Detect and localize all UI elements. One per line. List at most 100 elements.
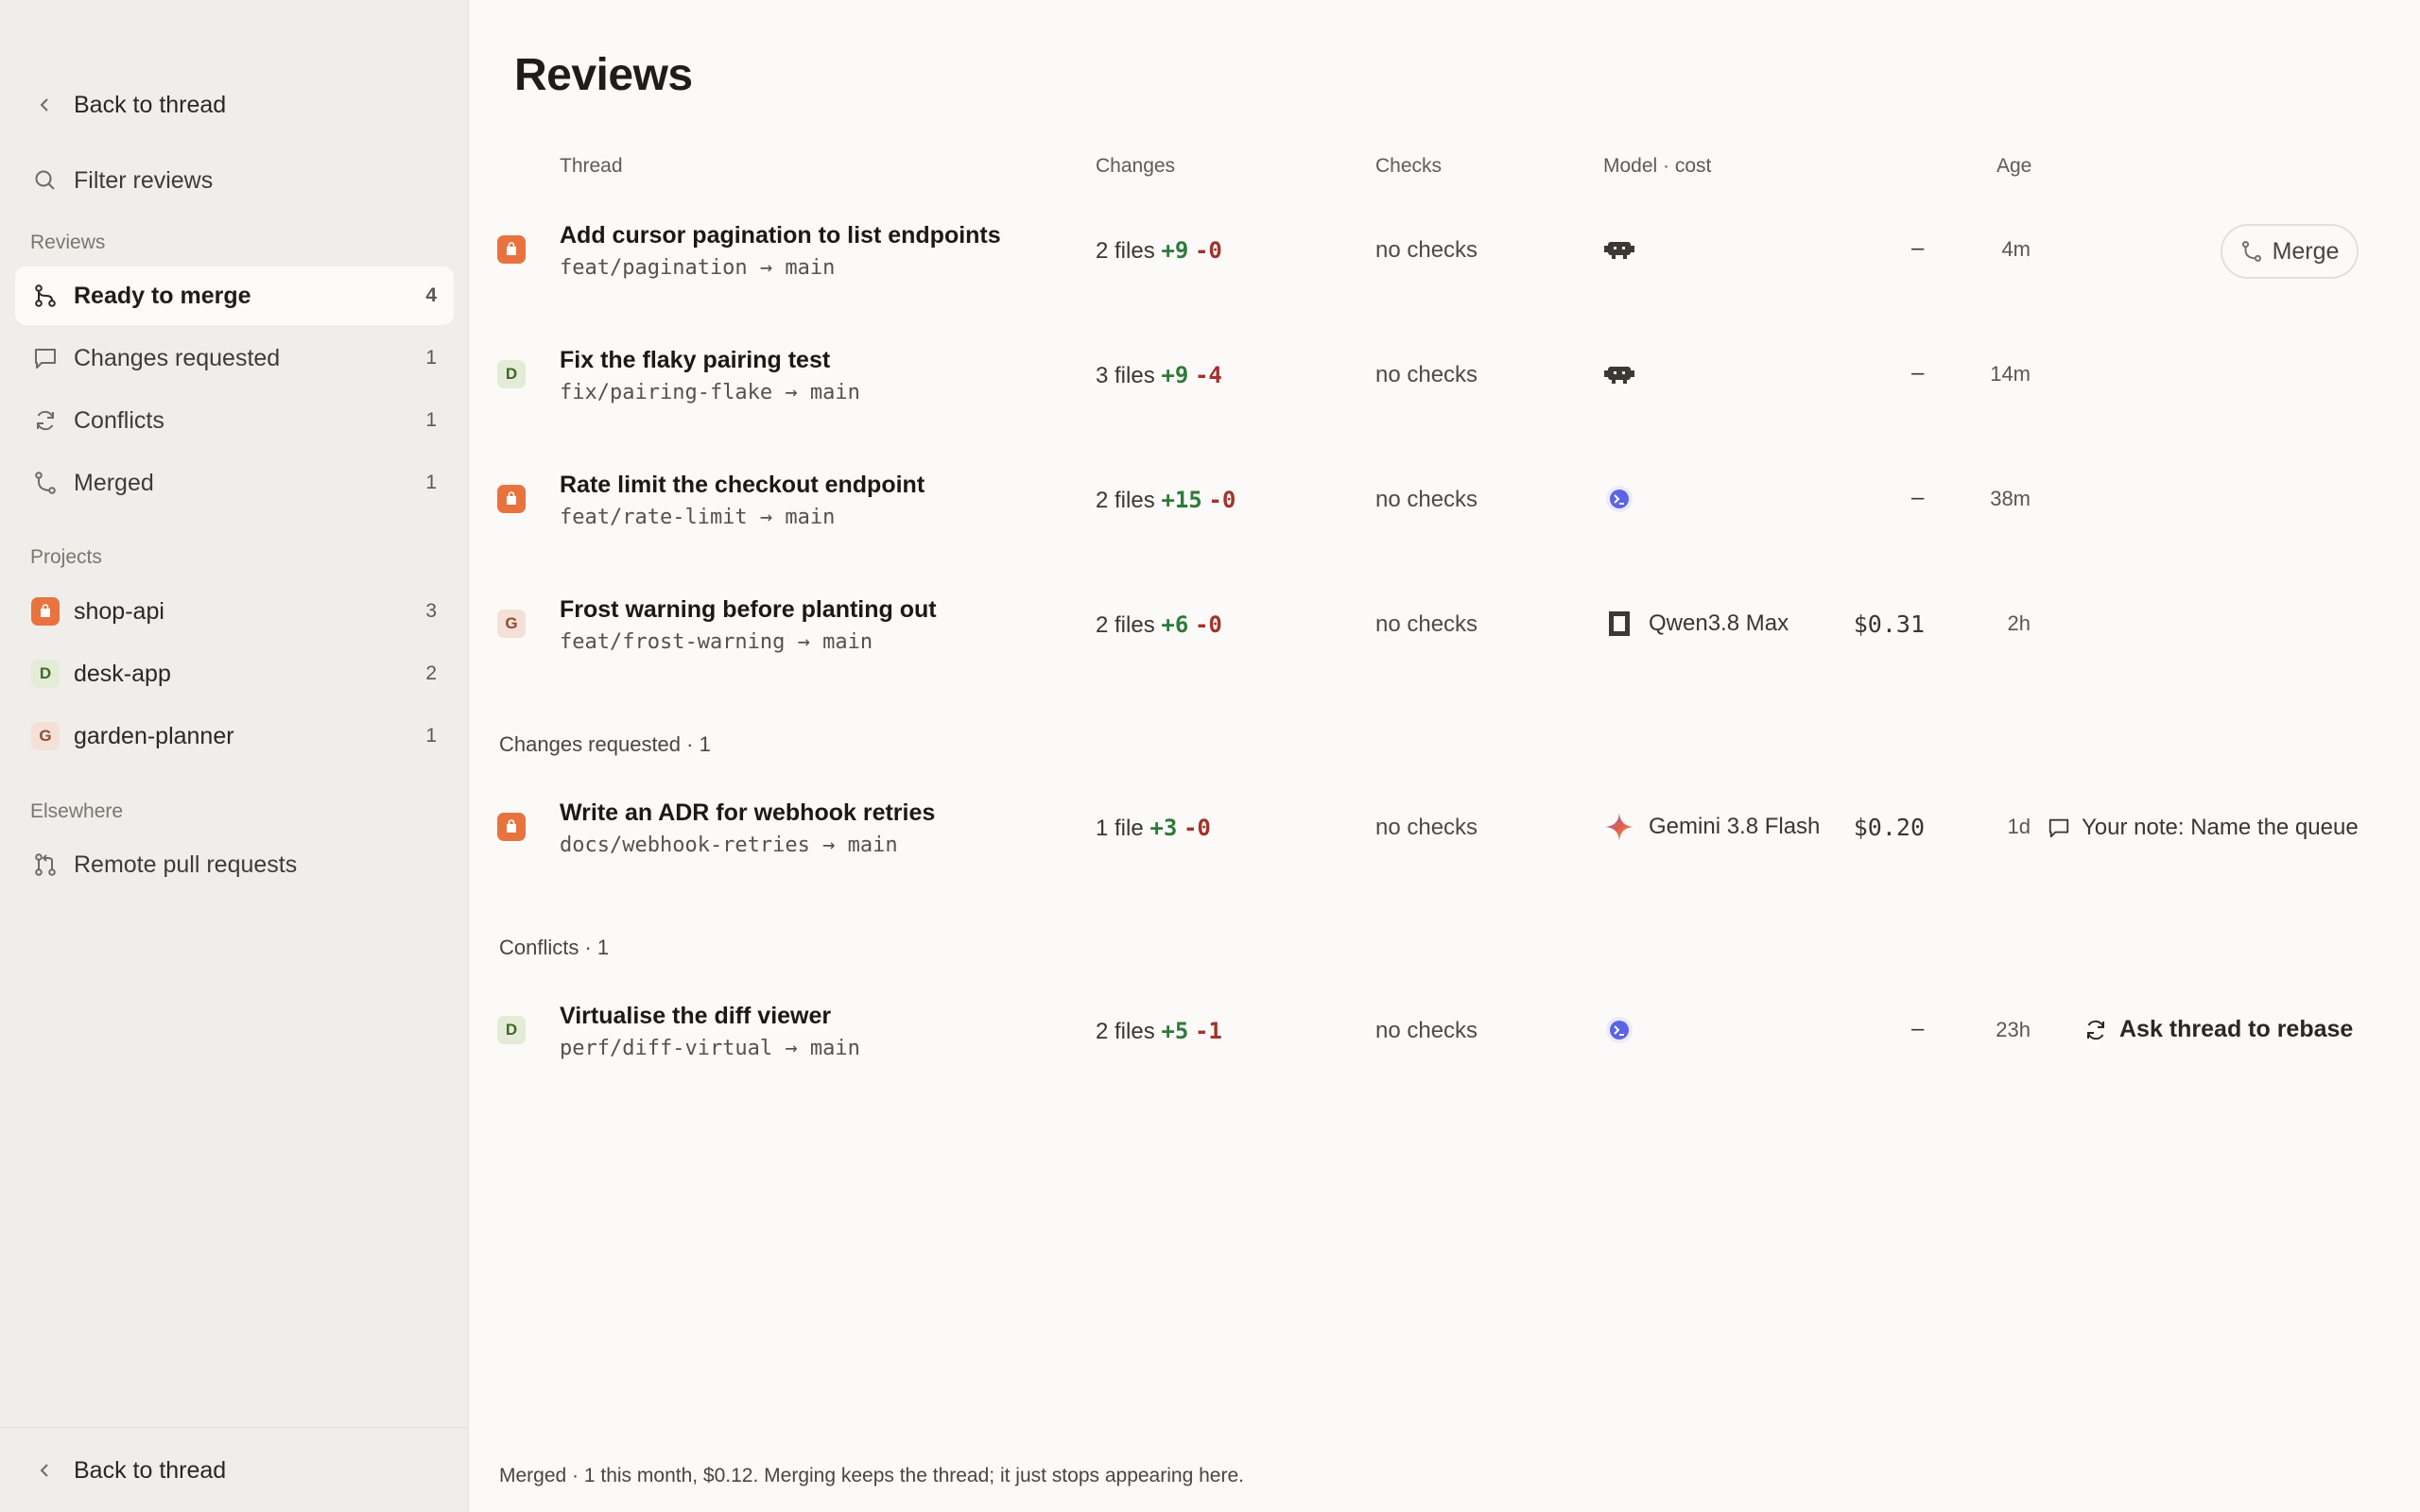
sidebar-item-count: 1 bbox=[425, 409, 437, 431]
cost: $0.20 bbox=[1853, 814, 1925, 841]
sidebar-item-conflicts[interactable]: Conflicts 1 bbox=[15, 391, 454, 450]
page-title: Reviews bbox=[514, 50, 693, 100]
branch-name: feat/rate-limit → main bbox=[560, 506, 836, 529]
remote-label: Remote pull requests bbox=[74, 850, 298, 878]
thread-title[interactable]: Virtualise the diff viewer bbox=[560, 1003, 831, 1030]
filter-reviews-input[interactable]: Filter reviews bbox=[15, 151, 454, 210]
note-text: Your note: Name the queue bbox=[2082, 815, 2359, 840]
back-label: Back to thread bbox=[74, 1456, 227, 1484]
thread-title[interactable]: Rate limit the checkout endpoint bbox=[560, 472, 925, 499]
project-shop-api[interactable]: shop-api 3 bbox=[15, 582, 454, 641]
terminal-orb-icon bbox=[1603, 483, 1635, 515]
table-row[interactable]: Add cursor pagination to list endpoints … bbox=[469, 203, 2420, 298]
checks-status: no checks bbox=[1375, 611, 1478, 637]
thread-title[interactable]: Write an ADR for webhook retries bbox=[560, 799, 935, 827]
search-icon bbox=[30, 165, 60, 196]
table-row[interactable]: D Fix the flaky pairing test fix/pairing… bbox=[469, 328, 2420, 422]
review-note[interactable]: Your note: Name the queue bbox=[2048, 815, 2360, 841]
model-cell: Gemini 3.8 Flash bbox=[1603, 811, 1820, 843]
files-count: 2 files bbox=[1096, 488, 1155, 513]
thread-title[interactable]: Add cursor pagination to list endpoints bbox=[560, 222, 1001, 249]
sidebar-item-count: 4 bbox=[425, 284, 437, 306]
column-header-model-cost: Model · cost bbox=[1603, 155, 1712, 177]
robot-icon bbox=[1603, 358, 1635, 390]
table-row[interactable]: Rate limit the checkout endpoint feat/ra… bbox=[469, 453, 2420, 547]
comment-icon bbox=[30, 343, 60, 373]
sidebar-item-ready-to-merge[interactable]: Ready to merge 4 bbox=[15, 266, 454, 325]
sidebar-item-changes-requested[interactable]: Changes requested 1 bbox=[15, 329, 454, 387]
model-cell bbox=[1603, 483, 1649, 515]
refresh-icon bbox=[2087, 1020, 2104, 1040]
deletions: -1 bbox=[1194, 1018, 1222, 1044]
merge-button[interactable]: Merge bbox=[2221, 224, 2359, 279]
cost-empty: – bbox=[1911, 1016, 1925, 1041]
deletions: -4 bbox=[1194, 362, 1222, 388]
sidebar: Back to thread Filter reviews Reviews Re… bbox=[0, 0, 469, 1512]
reviews-main: Reviews Thread Changes Checks Model · co… bbox=[469, 0, 2420, 1512]
bag-icon bbox=[497, 235, 526, 264]
project-initial: D bbox=[497, 1016, 526, 1044]
column-header-age: Age bbox=[1996, 155, 2032, 177]
files-count: 3 files bbox=[1096, 363, 1155, 388]
sidebar-item-label: Conflicts bbox=[74, 406, 164, 434]
project-count: 1 bbox=[425, 725, 437, 747]
deletions: -0 bbox=[1194, 237, 1222, 264]
project-badge bbox=[30, 596, 60, 627]
chevron-left-icon bbox=[30, 90, 60, 120]
sidebar-item-label: Merged bbox=[74, 469, 154, 496]
age: 2h bbox=[2007, 611, 2031, 635]
back-to-thread-bottom-link[interactable]: Back to thread bbox=[15, 1441, 454, 1500]
deletions: -0 bbox=[1194, 611, 1222, 638]
age: 38m bbox=[1990, 487, 2031, 510]
branch-name: feat/pagination → main bbox=[560, 256, 836, 280]
changes-summary: 2 files +9 -0 bbox=[1096, 237, 1222, 265]
column-header-changes: Changes bbox=[1096, 155, 1176, 177]
age: 1d bbox=[2007, 815, 2031, 838]
merged-footer-note: Merged · 1 this month, $0.12. Merging ke… bbox=[499, 1465, 1244, 1486]
bag-icon bbox=[497, 813, 526, 841]
bag-icon bbox=[497, 485, 526, 513]
sidebar-item-label: Changes requested bbox=[74, 344, 281, 371]
model-cell: Qwen3.8 Max bbox=[1603, 608, 1789, 640]
changes-summary: 2 files +6 -0 bbox=[1096, 611, 1222, 639]
sidebar-item-merged[interactable]: Merged 1 bbox=[15, 454, 454, 512]
branch-name: perf/diff-virtual → main bbox=[560, 1037, 860, 1060]
branch-name: feat/frost-warning → main bbox=[560, 630, 873, 654]
project-initial: D bbox=[497, 360, 526, 388]
cost: $0.31 bbox=[1853, 610, 1925, 638]
thread-title[interactable]: Fix the flaky pairing test bbox=[560, 347, 830, 374]
additions: +9 bbox=[1161, 362, 1189, 388]
remote-pull-requests-link[interactable]: Remote pull requests bbox=[15, 835, 454, 894]
thread-title[interactable]: Frost warning before planting out bbox=[560, 596, 937, 624]
table-row[interactable]: D Virtualise the diff viewer perf/diff-v… bbox=[469, 984, 2420, 1078]
project-initial: D bbox=[31, 660, 60, 688]
project-initial: G bbox=[31, 722, 60, 750]
back-to-thread-link[interactable]: Back to thread bbox=[15, 76, 454, 134]
bag-icon bbox=[31, 597, 60, 626]
model-name: Qwen3.8 Max bbox=[1649, 610, 1789, 636]
robot-icon bbox=[1603, 233, 1635, 266]
terminal-orb-icon bbox=[1603, 1014, 1635, 1046]
changes-summary: 2 files +15 -0 bbox=[1096, 487, 1236, 514]
model-cell bbox=[1603, 1014, 1649, 1046]
project-label: garden-planner bbox=[74, 722, 234, 749]
sidebar-item-count: 1 bbox=[425, 347, 437, 369]
files-count: 2 files bbox=[1096, 238, 1155, 264]
table-row[interactable]: G Frost warning before planting out feat… bbox=[469, 577, 2420, 672]
project-garden-planner[interactable]: G garden-planner 1 bbox=[15, 707, 454, 765]
project-initial: G bbox=[497, 610, 526, 638]
model-cell bbox=[1603, 233, 1649, 266]
branch-name: fix/pairing-flake → main bbox=[560, 381, 860, 404]
project-label: shop-api bbox=[74, 597, 164, 625]
branch-name: docs/webhook-retries → main bbox=[560, 833, 898, 857]
pull-request-icon bbox=[30, 850, 60, 880]
table-row[interactable]: Write an ADR for webhook retries docs/we… bbox=[469, 781, 2420, 875]
files-count: 2 files bbox=[1096, 1019, 1155, 1044]
files-count: 1 file bbox=[1096, 816, 1144, 841]
checks-status: no checks bbox=[1375, 237, 1478, 263]
model-cell bbox=[1603, 358, 1649, 390]
project-label: desk-app bbox=[74, 660, 171, 687]
age: 14m bbox=[1990, 362, 2031, 386]
ask-thread-to-rebase-button[interactable]: Ask thread to rebase bbox=[2083, 1016, 2353, 1043]
project-desk-app[interactable]: D desk-app 2 bbox=[15, 644, 454, 703]
